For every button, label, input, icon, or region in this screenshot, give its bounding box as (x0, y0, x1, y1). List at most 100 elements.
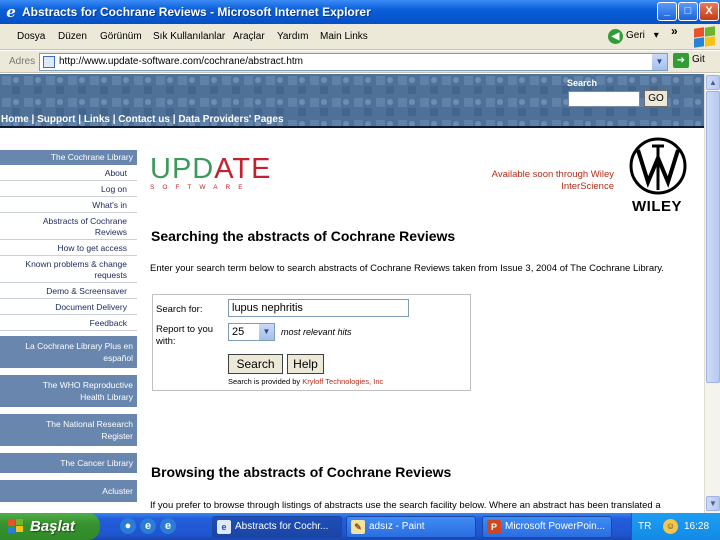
hits-count-select[interactable]: 25 ▼ (228, 323, 275, 341)
taskbar-window-powerpoint[interactable]: P Microsoft PowerPoin... (482, 516, 612, 538)
update-logo-text-a: UPD (150, 153, 215, 185)
menu-bar: Dosya Düzen Görünüm Sık Kullanılanlar Ar… (0, 24, 720, 50)
vertical-scrollbar[interactable]: ▲ ▼ (704, 74, 720, 513)
menu-edit[interactable]: Düzen (58, 31, 87, 42)
report-label: Report to you with: (156, 324, 214, 347)
taskbar-window-powerpoint-label: Microsoft PowerPoin... (505, 521, 606, 532)
window-title: Abstracts for Cochrane Reviews - Microso… (22, 5, 371, 19)
taskbar-window-paint-label: adsız - Paint (369, 521, 425, 532)
go-label: Git (692, 54, 705, 65)
menu-file[interactable]: Dosya (17, 31, 45, 42)
back-button[interactable]: ◀ Geri ▾ (608, 27, 659, 47)
nav-header-who-reproductive[interactable]: The WHO Reproductive Health Library (0, 375, 137, 407)
go-arrow-icon: ➜ (673, 53, 689, 68)
help-button[interactable]: Help (287, 354, 324, 374)
quicklaunch-outlook-icon[interactable]: e (160, 518, 176, 534)
nav-item-feedback[interactable]: Feedback (0, 316, 137, 331)
system-tray: TR ☺ 16:28 (631, 513, 720, 540)
ie-logo-icon: e (6, 3, 16, 21)
tray-status-icon[interactable]: ☺ (663, 519, 678, 534)
page-content: Search GO Home | Support | Links | Conta… (0, 74, 704, 513)
page-title: Searching the abstracts of Cochrane Revi… (151, 228, 456, 244)
menu-main-links[interactable]: Main Links (320, 31, 368, 42)
address-input[interactable]: http://www.update-software.com/cochrane/… (39, 53, 668, 71)
quicklaunch-ie-icon[interactable]: e (140, 518, 156, 534)
address-label: Adres (9, 56, 36, 67)
browse-intro-text: If you prefer to browse through listings… (150, 500, 661, 511)
search-intro-text: Enter your search term below to search a… (150, 263, 664, 274)
browse-heading: Browsing the abstracts of Cochrane Revie… (151, 464, 452, 480)
address-bar: Adres http://www.update-software.com/coc… (0, 51, 720, 73)
taskbar-window-paint[interactable]: ✎ adsız - Paint (346, 516, 476, 538)
search-for-label: Search for: (156, 304, 203, 315)
close-button[interactable]: X (699, 2, 719, 21)
browser-window-icon: e (217, 520, 231, 534)
hits-label: most relevant hits (281, 327, 352, 337)
hits-count-value: 25 (232, 326, 245, 338)
address-url: http://www.update-software.com/cochrane/… (59, 56, 303, 67)
quicklaunch-player-icon[interactable]: ● (120, 518, 136, 534)
page-icon (43, 56, 55, 68)
nav-header-cochrane-library[interactable]: The Cochrane Library (0, 150, 137, 165)
site-banner: Search GO Home | Support | Links | Conta… (0, 74, 704, 126)
update-logo-subtext: SOFTWARE (150, 184, 251, 191)
wiley-availability-note[interactable]: Available soon through Wiley InterScienc… (474, 169, 614, 193)
provider-prefix: Search is provided by (228, 377, 301, 386)
go-button[interactable]: ➜ Git (673, 53, 705, 68)
minimize-button[interactable]: _ (657, 2, 677, 21)
powerpoint-window-icon: P (487, 520, 501, 534)
nav-header-cochrane-plus[interactable]: La Cochrane Library Plus en español (0, 336, 137, 368)
start-button[interactable]: Başlat (0, 513, 100, 540)
nav-header-acluster[interactable]: Acluster (0, 480, 137, 502)
title-bar[interactable]: e Abstracts for Cochrane Reviews - Micro… (0, 0, 720, 24)
nav-item-about[interactable]: About (0, 166, 137, 181)
back-dropdown-icon[interactable]: ▾ (654, 30, 659, 41)
nav-header-national-research[interactable]: The National Research Register (0, 414, 137, 446)
back-arrow-icon: ◀ (608, 29, 623, 44)
nav-item-demo[interactable]: Demo & Screensaver (0, 284, 137, 299)
menu-help[interactable]: Yardım (277, 31, 309, 42)
wiley-emblem-icon (629, 137, 687, 195)
nav-item-log-on[interactable]: Log on (0, 182, 137, 197)
site-search-go-button[interactable]: GO (644, 90, 668, 107)
start-label: Başlat (30, 518, 76, 535)
wiley-logo-text: WILEY (632, 198, 682, 215)
taskbar-window-browser-label: Abstracts for Cochr... (235, 521, 329, 532)
clock[interactable]: 16:28 (684, 521, 709, 532)
menu-view[interactable]: Görünüm (100, 31, 142, 42)
search-provider-note: Search is provided by Kryloff Technologi… (228, 377, 383, 386)
provider-link[interactable]: Kryloff Technologies, Inc (302, 377, 383, 386)
screen: e Abstracts for Cochrane Reviews - Micro… (0, 0, 720, 540)
abstract-search-form: Search for: lupus nephritis Report to yo… (152, 294, 471, 391)
search-term-input[interactable]: lupus nephritis (228, 299, 409, 317)
scroll-down-icon[interactable]: ▼ (706, 496, 720, 511)
chevron-down-icon[interactable]: ▼ (259, 324, 274, 340)
nav-item-known-problems[interactable]: Known problems & change requests (0, 257, 137, 283)
start-flag-icon (8, 519, 24, 535)
site-search-label: Search (567, 78, 598, 88)
search-button[interactable]: Search (228, 354, 283, 374)
taskbar-window-browser[interactable]: e Abstracts for Cochr... (212, 516, 342, 538)
wiley-logo[interactable]: WILEY (626, 136, 690, 216)
nav-item-abstracts[interactable]: Abstracts of Cochrane Reviews (0, 214, 137, 240)
language-indicator[interactable]: TR (638, 521, 651, 532)
maximize-button[interactable]: □ (678, 2, 698, 21)
banner-divider (0, 126, 704, 128)
scroll-thumb[interactable] (706, 91, 720, 383)
site-search-input[interactable] (568, 91, 640, 107)
nav-item-whats-in[interactable]: What's in (0, 198, 137, 213)
nav-item-document-delivery[interactable]: Document Delivery (0, 300, 137, 315)
scroll-up-icon[interactable]: ▲ (706, 75, 720, 90)
top-links[interactable]: Home | Support | Links | Contact us | Da… (1, 114, 284, 125)
nav-header-cancer-library[interactable]: The Cancer Library (0, 453, 137, 473)
update-logo-text-b: ATE (214, 153, 272, 185)
address-dropdown-icon[interactable]: ▼ (652, 54, 667, 70)
taskbar: Başlat ● e e e Abstracts for Cochr... ✎ … (0, 513, 720, 540)
paint-window-icon: ✎ (351, 520, 365, 534)
update-software-logo[interactable]: UPDATE SOFTWARE (150, 153, 270, 194)
menu-favorites[interactable]: Sık Kullanılanlar (153, 31, 225, 42)
nav-item-get-access[interactable]: How to get access (0, 241, 137, 256)
back-label: Geri (626, 30, 645, 41)
menu-tools[interactable]: Araçlar (233, 31, 265, 42)
toolbar-chevron-icon[interactable]: » (671, 24, 678, 38)
